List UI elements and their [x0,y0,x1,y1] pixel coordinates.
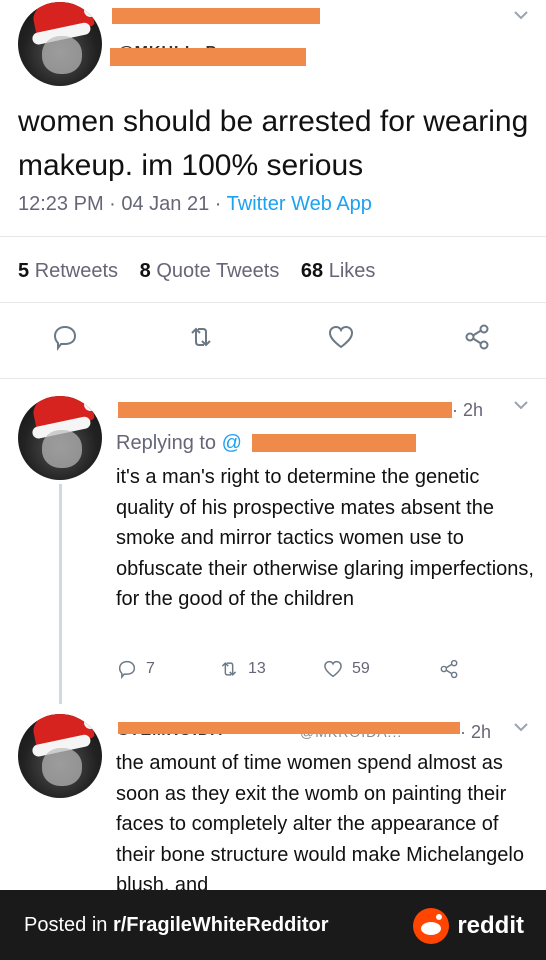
reddit-wordmark: reddit [457,912,524,939]
reply-text: it's a man's right to determine the gene… [116,466,534,611]
chevron-down-icon[interactable] [512,6,530,30]
redaction-bar [118,402,452,418]
posted-in-label: Posted in r/FragileWhiteRedditor [24,913,329,936]
like-icon [328,325,354,349]
replying-to-handle[interactable]: @ [222,432,242,454]
redaction-bar [252,434,416,452]
chevron-down-icon[interactable] [512,718,530,742]
subreddit-link[interactable]: r/FragileWhiteRedditor [113,914,329,936]
redaction-bar [118,722,460,734]
reply-author-avatar[interactable] [18,396,102,480]
like-icon [324,660,342,678]
share-button[interactable] [462,322,502,362]
retweet-button[interactable]: 13 [218,658,266,680]
redaction-bar [110,48,306,66]
retweet-button[interactable] [186,322,226,362]
reply-text: the amount of time women spend almost as… [116,752,524,897]
reply-author-avatar[interactable] [18,714,102,798]
tweet-timestamp: 12:23 PM · 04 Jan 21 · [18,193,227,215]
retweet-count: 13 [248,660,266,677]
reply-icon [53,325,77,351]
like-button[interactable]: 59 [322,658,370,680]
tweet-stats: 5 Retweets 8 Quote Tweets 68 Likes [18,260,391,283]
main-tweet-text: women should be arrested for wearing mak… [18,105,529,182]
replying-to: Replying to @ [116,432,242,454]
reddit-logo-icon [413,908,450,944]
retweets-stat[interactable]: 5 Retweets [18,260,118,282]
reply-button[interactable] [50,322,90,362]
reply-actions: 7 13 59 [116,658,536,688]
divider [0,236,546,237]
like-button[interactable] [326,322,366,362]
reply-timestamp: · 2h [452,400,484,420]
tweet-metadata: 12:23 PM · 04 Jan 21 · Twitter Web App [18,193,372,216]
tweet-actions [0,322,546,366]
tweet-source-link[interactable]: Twitter Web App [227,193,372,215]
redaction-bar [112,8,320,24]
divider [0,302,546,303]
reply-timestamp: · 2h [460,722,492,742]
thread-line [59,484,62,704]
divider [0,378,546,379]
share-button[interactable] [438,658,460,680]
chevron-down-icon[interactable] [512,396,530,420]
like-count: 59 [352,660,370,677]
reddit-brand[interactable]: reddit [413,908,524,944]
reddit-footer: Posted in r/FragileWhiteRedditor reddit [0,890,546,960]
main-author-avatar[interactable] [18,2,102,86]
retweet-icon [191,327,211,347]
quote-tweets-stat[interactable]: 8 Quote Tweets [140,260,280,282]
reply-count: 7 [146,660,155,677]
share-icon [440,659,458,679]
retweet-icon [221,662,237,676]
share-icon [465,324,489,350]
likes-stat[interactable]: 68 Likes [301,260,376,282]
reply-button[interactable]: 7 [116,658,155,680]
reply-icon [118,660,136,680]
